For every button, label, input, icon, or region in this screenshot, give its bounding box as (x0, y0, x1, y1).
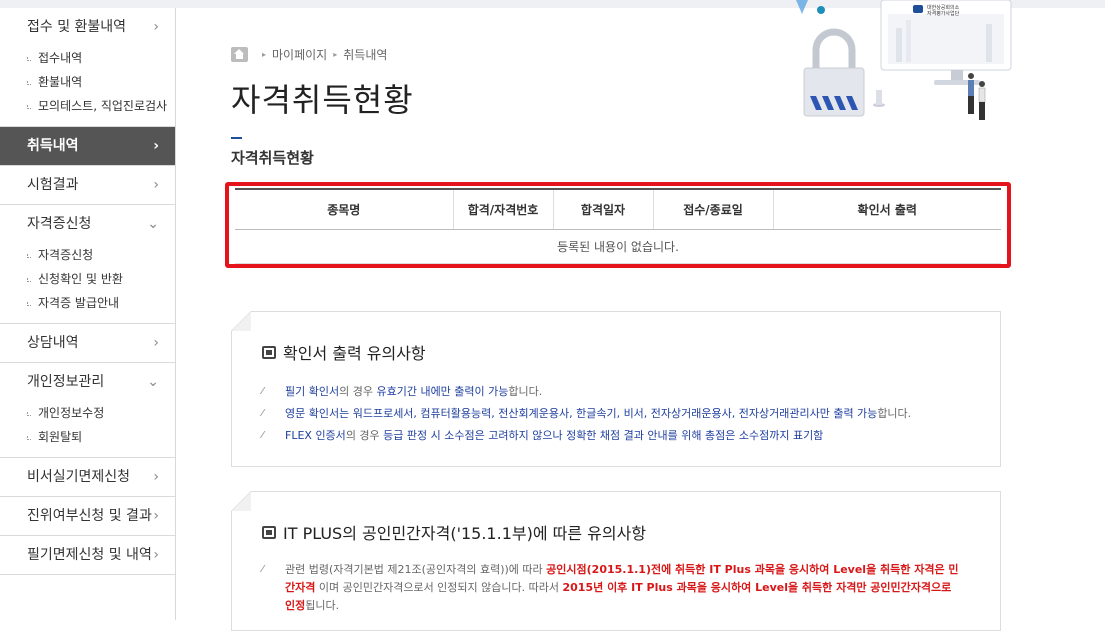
empty-message: 등록된 내용이 없습니다. (235, 229, 1001, 263)
sidebar-item: 필기면제신청 및 내역› (0, 536, 175, 575)
notice-text-segment: 의 경우 (346, 429, 383, 442)
notice-text-segment: 합니다. (877, 407, 911, 420)
logo-text-line2: 자격평가사업단 (927, 10, 960, 17)
sidebar-item: 접수 및 환불내역 ›접수내역환불내역모의테스트, 직업진로검사 (0, 8, 175, 127)
notice-box-certificate: 확인서 출력 유의사항 필기 확인서의 경우 유효기간 내에만 출력이 가능합니… (231, 311, 1001, 467)
col-header-period: 접수/종료일 (653, 189, 773, 229)
notice-text-segment: 등급 판정 시 소수점은 고려하지 않으나 정확한 채점 결과 안내를 위해 총… (383, 429, 823, 442)
breadcrumb-item-mypage[interactable]: 마이페이지 (272, 46, 327, 63)
sidebar-menu-link[interactable]: 개인정보관리 ⌄ (0, 363, 175, 401)
notice-list: 필기 확인서의 경우 유효기간 내에만 출력이 가능합니다.영문 확인서는 워드… (262, 381, 1000, 447)
sidebar-item-label: 개인정보관리 (27, 374, 104, 390)
notice-title: IT PLUS의 공인민간자격('15.1.1부)에 따른 유의사항 (262, 520, 1000, 544)
sidebar-item-label: 비서실기면제신청 (27, 469, 130, 485)
sidebar-subitem[interactable]: 개인정보수정 (27, 401, 175, 425)
chevron-right-icon: › (153, 458, 159, 496)
sidebar-menu-link[interactable]: 시험결과 › (0, 166, 175, 204)
notice-title: 확인서 출력 유의사항 (262, 340, 1000, 364)
breadcrumb-separator: ▸ (262, 50, 266, 59)
table-row: 등록된 내용이 없습니다. (235, 229, 1001, 263)
table-header-row: 종목명 합격/자격번호 합격일자 접수/종료일 확인서 출력 (235, 189, 1001, 229)
sidebar-subitem[interactable]: 회원탈퇴 (27, 425, 175, 449)
chevron-right-icon: › (153, 8, 159, 46)
sidebar-subitem[interactable]: 접수내역 (27, 46, 175, 70)
notice-text-segment: 됩니다. (305, 599, 339, 612)
sidebar-item-label: 필기면제신청 및 내역 (27, 547, 152, 563)
qualification-table: 종목명 합격/자격번호 합격일자 접수/종료일 확인서 출력 등록된 내용이 없… (235, 188, 1001, 264)
sidebar-item: 취득내역 › (0, 127, 175, 166)
monitor-icon (262, 346, 276, 359)
sidebar-item-label: 취득내역 (27, 138, 79, 154)
sidebar-menu-link[interactable]: 자격증신청 ⌄ (0, 205, 175, 243)
sidebar-menu-link[interactable]: 접수 및 환불내역 › (0, 8, 175, 46)
section-title: 자격취득현황 (231, 147, 314, 168)
sidebar-item: 비서실기면제신청 › (0, 458, 175, 497)
list-item: 필기 확인서의 경우 유효기간 내에만 출력이 가능합니다. (262, 381, 1000, 403)
list-item: 관련 법령(자격기본법 제21조(공인자격의 효력))에 따라 공인시점(201… (262, 561, 1000, 615)
sidebar: 접수 및 환불내역›접수내역환불내역모의테스트, 직업진로검사취득내역›시험결과… (0, 8, 176, 620)
sidebar-item-label: 시험결과 (27, 177, 79, 193)
sidebar-menu-link[interactable]: 진위여부신청 및 결과› (0, 497, 175, 535)
sidebar-item: 시험결과 › (0, 166, 175, 205)
sidebar-subitem[interactable]: 신청확인 및 반환 (27, 267, 175, 291)
notice-title-text: 확인서 출력 유의사항 (283, 340, 426, 364)
sidebar-menu-link[interactable]: 비서실기면제신청 › (0, 458, 175, 496)
chevron-right-icon: › (153, 536, 159, 574)
notice-title-text: IT PLUS의 공인민간자격('15.1.1부)에 따른 유의사항 (283, 520, 646, 544)
sidebar-submenu: 개인정보수정회원탈퇴 (0, 401, 175, 457)
notice-text-segment: 합니다. (508, 385, 542, 398)
col-header-date: 합격일자 (553, 189, 653, 229)
notice-text-segment: 관련 법령(자격기본법 제21조(공인자격의 효력))에 따라 (285, 563, 546, 576)
notice-text-segment: 유효기간 내에만 출력이 가능 (376, 385, 508, 398)
monitor-icon (262, 526, 276, 539)
breadcrumb: ▸ 마이페이지 ▸ 취득내역 (231, 46, 387, 63)
logo-icon (913, 5, 923, 13)
home-icon[interactable] (231, 47, 248, 62)
col-header-name: 종목명 (235, 189, 453, 229)
chevron-right-icon: › (153, 324, 159, 362)
list-item: FLEX 인증서의 경우 등급 판정 시 소수점은 고려하지 않으나 정확한 채… (262, 425, 1000, 447)
sidebar-submenu: 접수내역환불내역모의테스트, 직업진로검사 (0, 46, 175, 126)
notice-box-itplus: IT PLUS의 공인민간자격('15.1.1부)에 따른 유의사항 관련 법령… (231, 491, 1001, 631)
sidebar-item: 상담내역 › (0, 324, 175, 363)
sidebar-item-label: 진위여부신청 및 결과 (27, 508, 152, 524)
chevron-right-icon: › (153, 497, 159, 535)
notice-list: 관련 법령(자격기본법 제21조(공인자격의 효력))에 따라 공인시점(201… (262, 561, 1000, 615)
sidebar-item: 자격증신청⌄자격증신청신청확인 및 반환자격증 발급안내 (0, 205, 175, 324)
sidebar-menu-link[interactable]: 취득내역 › (0, 127, 175, 165)
sidebar-item: 진위여부신청 및 결과› (0, 497, 175, 536)
breadcrumb-separator: ▸ (333, 50, 337, 59)
sidebar-item-label: 상담내역 (27, 335, 79, 351)
section-marker (231, 137, 242, 139)
breadcrumb-item-current: 취득내역 (343, 46, 387, 63)
notice-text-segment: FLEX 인증서 (285, 429, 346, 442)
sidebar-subitem[interactable]: 환불내역 (27, 70, 175, 94)
sidebar-subitem[interactable]: 자격증신청 (27, 243, 175, 267)
highlighted-table-frame: 종목명 합격/자격번호 합격일자 접수/종료일 확인서 출력 등록된 내용이 없… (225, 182, 1011, 268)
chevron-down-icon: ⌄ (147, 205, 159, 243)
page-title: 자격취득현황 (231, 75, 414, 121)
sidebar-menu-link[interactable]: 필기면제신청 및 내역› (0, 536, 175, 574)
chevron-down-icon: ⌄ (147, 363, 159, 401)
notice-text-segment: 이며 공인민간자격으로서 인정되지 않습니다. 따라서 (315, 581, 562, 594)
sidebar-menu-link[interactable]: 상담내역 › (0, 324, 175, 362)
notice-text-segment: 의 경우 (339, 385, 376, 398)
logo-text-line1: 대한상공회의소 (927, 4, 960, 11)
col-header-number: 합격/자격번호 (453, 189, 553, 229)
sidebar-subitem[interactable]: 자격증 발급안내 (27, 291, 175, 315)
sidebar-item: 개인정보관리 ⌄개인정보수정회원탈퇴 (0, 363, 175, 458)
chevron-right-icon: › (153, 166, 159, 204)
notice-text-segment: 필기 확인서 (285, 385, 339, 398)
chevron-right-icon: › (153, 127, 159, 165)
hero-illustration: 대한상공회의소 자격평가사업단 (796, 0, 1021, 135)
sidebar-item-label: 자격증신청 (27, 216, 91, 232)
sidebar-subitem[interactable]: 모의테스트, 직업진로검사 (27, 94, 175, 118)
notice-text-segment: 영문 확인서는 워드프로세서, 컴퓨터활용능력, 전산회계운용사, 한글속기, … (285, 407, 877, 420)
col-header-print: 확인서 출력 (773, 189, 1001, 229)
sidebar-submenu: 자격증신청신청확인 및 반환자격증 발급안내 (0, 243, 175, 323)
list-item: 영문 확인서는 워드프로세서, 컴퓨터활용능력, 전산회계운용사, 한글속기, … (262, 403, 1000, 425)
sidebar-item-label: 접수 및 환불내역 (27, 19, 126, 35)
